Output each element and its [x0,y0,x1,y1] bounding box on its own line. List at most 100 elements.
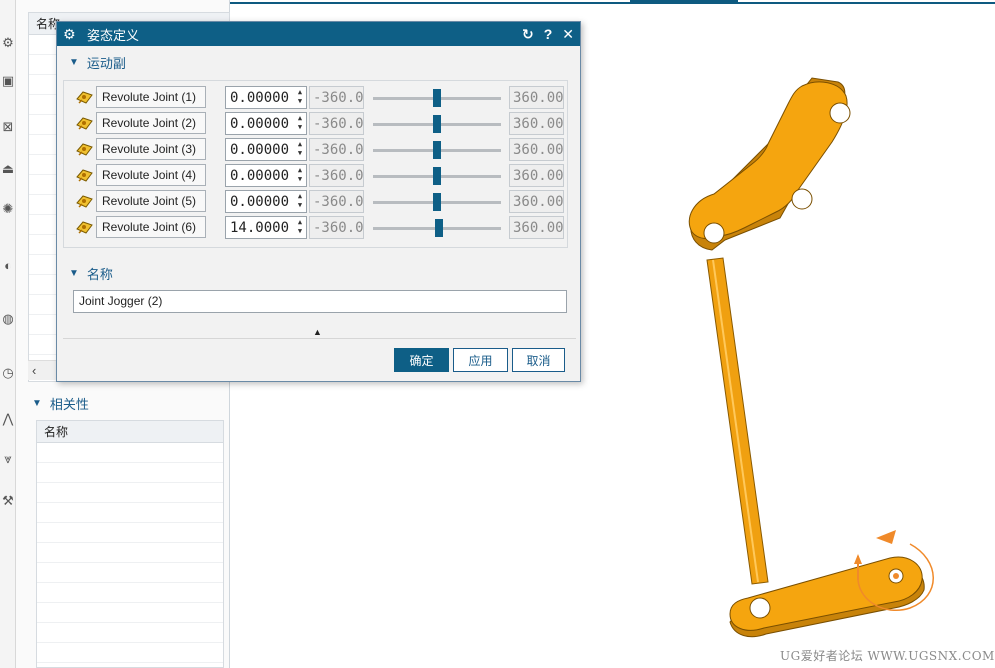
name-input[interactable]: Joint Jogger (2) [73,290,567,313]
help-icon[interactable]: ? [544,26,553,42]
list-row[interactable] [37,643,223,663]
rotation-handle-arrow-icon[interactable] [876,530,896,544]
reset-icon[interactable]: ↻ [522,26,534,43]
joint-slider-thumb[interactable] [433,141,441,159]
apply-button[interactable]: 应用 [453,348,508,372]
collapse-triangle-icon[interactable]: ▼ [69,57,79,68]
joint-row: Revolute Joint (6) 14.0000 ▲ ▼ -360.0 360.00 [64,216,569,239]
joint-slider-thumb[interactable] [433,115,441,133]
spin-arrows-icon[interactable]: ▲ ▼ [295,166,305,186]
joint-select-button[interactable]: Revolute Joint (1) [96,86,206,108]
list-row[interactable] [37,463,223,483]
lower-link-pin [893,573,899,579]
collapse-dialog-arrow-icon[interactable]: ▲ [313,327,322,337]
joint-value-text: 0.00000 [230,168,290,184]
name-section-header[interactable]: ▼ 名称 [69,263,113,283]
part-navigator-icon[interactable]: ▣ [0,70,16,92]
collapse-triangle-icon[interactable]: ▼ [32,398,42,409]
close-icon[interactable]: ✕ [562,26,574,43]
revolute-joint-icon [76,195,93,208]
motion-joints-section-header[interactable]: ▼ 运动副 [69,52,126,72]
joint-min-limit: -360.0 [309,164,364,187]
spin-arrows-icon[interactable]: ▲ ▼ [295,140,305,160]
joint-select-button[interactable]: Revolute Joint (3) [96,138,206,160]
pose-definition-dialog[interactable]: ⚙ 姿态定义 ↻ ? ✕ ▼ 运动副 Revolute Joint (1) 0.0… [56,21,581,382]
joint-min-limit: -360.0 [309,86,364,109]
upper-link[interactable] [688,81,848,240]
dependency-list[interactable]: 名称 [36,420,224,668]
web-browser-icon[interactable]: ◍ [0,308,16,330]
revolute-joint-icon [76,91,93,104]
motion-joints-section-label: 运动副 [86,55,126,71]
dialog-title-bar[interactable]: ⚙ 姿态定义 ↻ ? ✕ [57,22,580,46]
list-row[interactable] [37,503,223,523]
list-row[interactable] [37,543,223,563]
joint-select-button[interactable]: Revolute Joint (4) [96,164,206,186]
joint-min-limit: -360.0 [309,216,364,239]
joint-min-limit: -360.0 [309,190,364,213]
joint-select-button[interactable]: Revolute Joint (5) [96,190,206,212]
process-studio-icon[interactable]: ⩔ [0,448,16,470]
joint-value-input[interactable]: 0.00000 ▲ ▼ [225,164,307,187]
scroll-left-icon[interactable]: ‹ [32,363,36,378]
joint-select-button[interactable]: Revolute Joint (6) [96,216,206,238]
list-row[interactable] [37,623,223,643]
collapse-triangle-icon[interactable]: ▼ [69,268,79,279]
joint-value-input[interactable]: 14.0000 ▲ ▼ [225,216,307,239]
upper-link-hole [791,188,813,210]
dependency-section-header[interactable]: ▼ 相关性 [32,393,89,413]
spin-arrows-icon[interactable]: ▲ ▼ [295,192,305,212]
upper-link-hole [703,222,725,244]
list-row[interactable] [37,523,223,543]
revolute-joint-icon [76,169,93,182]
cancel-button[interactable]: 取消 [512,348,565,372]
gear-icon: ⚙ [63,25,76,42]
gear-icon[interactable]: ⚙ [0,32,16,54]
joint-max-limit: 360.00 [509,112,564,135]
joint-value-input[interactable]: 0.00000 ▲ ▼ [225,190,307,213]
ok-button[interactable]: 确定 [394,348,449,372]
joint-select-button[interactable]: Revolute Joint (2) [96,112,206,134]
joint-value-input[interactable]: 0.00000 ▲ ▼ [225,86,307,109]
graphics-viewport[interactable] [580,60,995,650]
joint-min-limit: -360.0 [309,112,364,135]
system-materials-icon[interactable]: ⋀ [0,408,16,430]
joint-max-limit: 360.00 [509,164,564,187]
joint-slider-thumb[interactable] [433,167,441,185]
joint-row: Revolute Joint (4) 0.00000 ▲ ▼ -360.0 360.00 [64,164,569,187]
column-header-name[interactable]: 名称 [37,421,223,443]
joint-value-input[interactable]: 0.00000 ▲ ▼ [225,112,307,135]
spin-arrows-icon[interactable]: ▲ ▼ [295,88,305,108]
dialog-title: 姿态定义 [87,27,140,43]
list-row[interactable] [37,563,223,583]
connecting-rod[interactable] [706,257,769,585]
joint-row: Revolute Joint (1) 0.00000 ▲ ▼ -360.0 360.00 [64,86,569,109]
reuse-library-icon[interactable]: ◐ [0,254,16,276]
joint-value-input[interactable]: 0.00000 ▲ ▼ [225,138,307,161]
joint-max-limit: 360.00 [509,216,564,239]
spin-arrows-icon[interactable]: ▲ ▼ [295,218,305,238]
constraint-navigator-icon[interactable]: ⏏ [0,158,16,180]
joint-slider-thumb[interactable] [433,89,441,107]
history-icon[interactable]: ◷ [0,362,16,384]
list-row[interactable] [37,443,223,463]
motion-navigator-icon[interactable]: ✺ [0,198,16,220]
joint-value-text: 0.00000 [230,116,290,132]
joint-max-limit: 360.00 [509,138,564,161]
assembly-navigator-icon[interactable]: ⊠ [0,116,16,138]
joint-slider-thumb[interactable] [435,219,444,237]
list-row[interactable] [37,583,223,603]
spin-arrows-icon[interactable]: ▲ ▼ [295,114,305,134]
name-section-label: 名称 [86,266,113,282]
joint-value-text: 14.0000 [230,220,290,236]
list-row[interactable] [37,483,223,503]
roles-icon[interactable]: ⚒ [0,490,16,512]
joint-slider-thumb[interactable] [433,193,441,211]
forum-watermark: UG爱好者论坛 WWW.UGSNX.COM [780,649,995,663]
joint-row: Revolute Joint (3) 0.00000 ▲ ▼ -360.0 360.00 [64,138,569,161]
button-divider [63,338,576,339]
revolute-joint-icon [76,143,93,156]
joint-row: Revolute Joint (5) 0.00000 ▲ ▼ -360.0 360.00 [64,190,569,213]
list-row[interactable] [37,603,223,623]
active-graphics-tab[interactable] [630,0,738,4]
